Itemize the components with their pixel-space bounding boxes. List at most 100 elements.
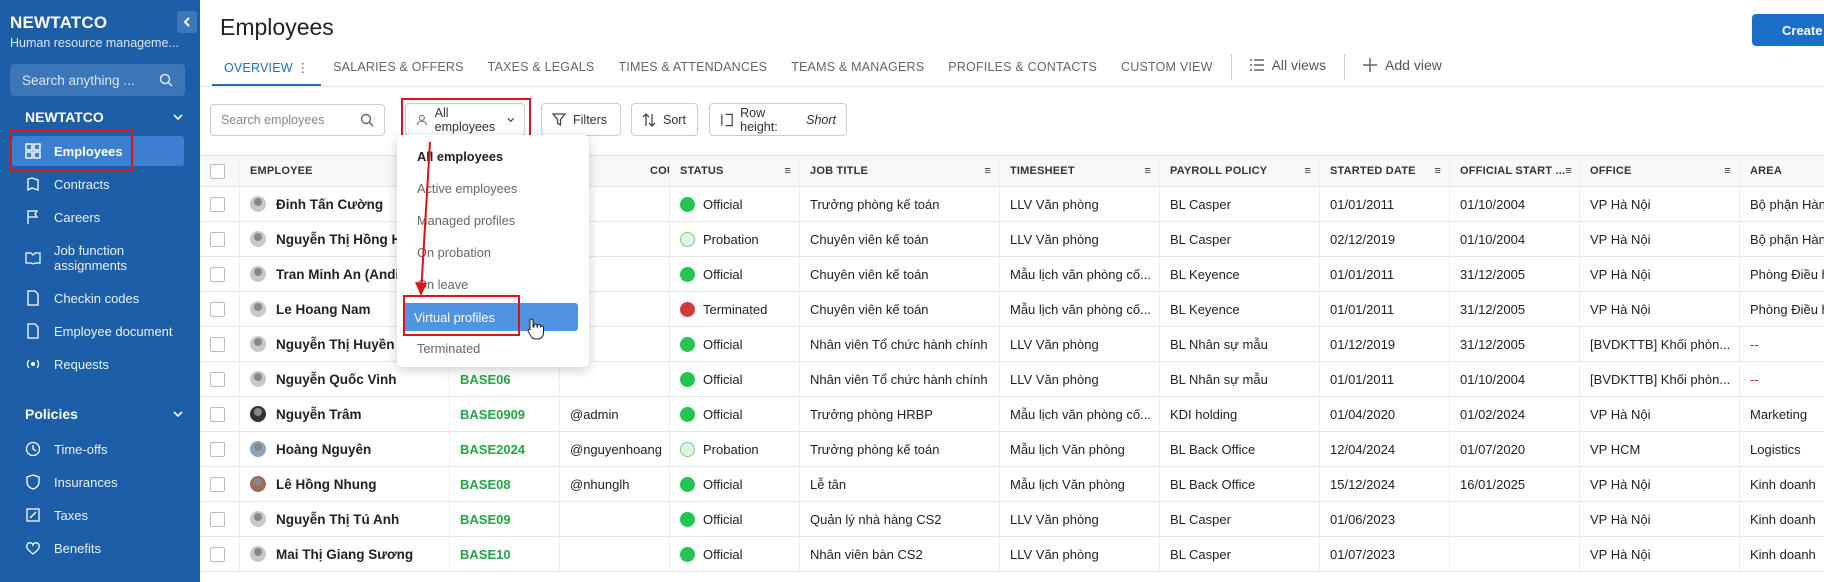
col-label: JOB TITLE [810, 165, 869, 177]
col-job-title[interactable]: JOB TITLE ≡ [800, 156, 1000, 186]
row-checkbox[interactable] [210, 266, 225, 282]
row-checkbox[interactable] [210, 301, 225, 317]
filter-icon[interactable]: ≡ [984, 165, 991, 177]
filter-icon[interactable]: ≡ [784, 165, 791, 177]
sidebar-item-checkin-codes[interactable]: Checkin codes [12, 283, 184, 313]
sidebar-item-careers[interactable]: Careers [12, 202, 184, 232]
employee-name[interactable]: Nguyễn Trâm [276, 407, 362, 422]
tab-profiles-contacts[interactable]: PROFILES & CONTACTS [936, 54, 1109, 80]
more-vertical-icon[interactable]: ⋮ [296, 61, 309, 75]
option-on-leave[interactable]: On leave [417, 277, 468, 292]
payroll-policy: BL Back Office [1170, 441, 1256, 457]
employee-cell[interactable]: Nguyễn Trâm [240, 397, 450, 431]
employee-search-input[interactable]: Search employees [210, 104, 385, 136]
sidebar-item-job-function-assignments[interactable]: Job function assignments [12, 239, 184, 277]
employee-name[interactable]: Nguyễn Thị Hồng H [276, 232, 401, 247]
col-area[interactable]: AREA [1740, 156, 1824, 186]
employee-name[interactable]: Lê Hồng Nhung [276, 477, 376, 492]
official-start: 31/12/2005 [1460, 336, 1526, 352]
filters-button[interactable]: Filters [541, 103, 621, 136]
table-row[interactable]: Nguyễn Trâm BASE0909 @admin Official Trưởng … [200, 397, 1824, 432]
sidebar-item-contracts[interactable]: Contracts [12, 169, 184, 199]
employee-name[interactable]: Tran Minh An (Andi [276, 267, 399, 282]
employee-name[interactable]: Mai Thị Giang Sương [276, 547, 413, 562]
status-dot [680, 301, 695, 317]
table-row[interactable]: Hoàng Nguyên BASE2024 @nguyenhoang Probatio… [200, 432, 1824, 467]
job-title: Nhân viên Tổ chức hành chính [810, 371, 988, 387]
employee-name[interactable]: Nguyễn Quốc Vinh [276, 372, 397, 387]
row-checkbox[interactable] [210, 546, 225, 562]
filter-icon[interactable]: ≡ [1304, 165, 1311, 177]
tab-teams-managers[interactable]: TEAMS & MANAGERS [779, 54, 936, 80]
sidebar-item-taxes[interactable]: Taxes [12, 500, 184, 530]
document-icon [24, 322, 42, 340]
avatar [250, 301, 266, 317]
sidebar-item-insurances[interactable]: Insurances [12, 467, 184, 497]
row-checkbox[interactable] [210, 371, 225, 387]
sort-button[interactable]: Sort [631, 103, 698, 136]
filter-icon[interactable]: ≡ [1565, 165, 1572, 177]
sidebar-item-employee-document[interactable]: Employee document [12, 316, 184, 346]
select-all-checkbox[interactable] [210, 163, 225, 179]
option-terminated[interactable]: Terminated [417, 341, 480, 356]
create-button[interactable]: Create [1752, 14, 1824, 46]
col-official-start[interactable]: OFFICIAL START ... ≡ [1450, 156, 1580, 186]
table-row[interactable]: Mai Thị Giang Sương BASE10 Official Nhân vi… [200, 537, 1824, 572]
table-row[interactable]: Lê Hồng Nhung BASE08 @nhunglh Official Lễ tâ… [200, 467, 1824, 502]
chevron-left-icon [183, 17, 190, 27]
employee-cell[interactable]: Nguyễn Thị Tú Anh [240, 502, 450, 536]
section-policies[interactable]: Policies [25, 406, 183, 422]
sidebar-item-label: Taxes [54, 507, 88, 523]
table-row[interactable]: Nguyễn Quốc Vinh BASE06 Official Nhân viên … [200, 362, 1824, 397]
payroll-policy: BL Keyence [1170, 301, 1240, 317]
tab-taxes-legals[interactable]: TAXES & LEGALS [476, 54, 607, 80]
started-date-cell: 01/12/2019 [1320, 327, 1450, 361]
shield-icon [24, 473, 42, 491]
row-checkbox[interactable] [210, 196, 225, 212]
employee-cell[interactable]: Hoàng Nguyên [240, 432, 450, 466]
option-all-employees[interactable]: All employees [417, 149, 503, 164]
row-checkbox[interactable] [210, 406, 225, 422]
employee-cell[interactable]: Nguyễn Quốc Vinh [240, 362, 450, 396]
col-status[interactable]: STATUS ≡ [670, 156, 800, 186]
employee-cell[interactable]: Lê Hồng Nhung [240, 467, 450, 501]
sidebar-item-time-offs[interactable]: Time-offs [12, 434, 184, 464]
row-checkbox[interactable] [210, 476, 225, 492]
tab-times-attendances[interactable]: TIMES & ATTENDANCES [606, 54, 779, 80]
row-checkbox[interactable] [210, 336, 225, 352]
sidebar-item-benefits[interactable]: Benefits [12, 533, 184, 563]
option-on-probation[interactable]: On probation [417, 245, 491, 260]
filter-icon[interactable]: ≡ [1434, 165, 1441, 177]
tab-overview[interactable]: OVERVIEW ⋮ [212, 54, 322, 87]
col-timesheet[interactable]: TIMESHEET ≡ [1000, 156, 1160, 186]
employee-name[interactable]: Nguyễn Thị Huyền [276, 337, 395, 352]
col-started-date[interactable]: STARTED DATE ≡ [1320, 156, 1450, 186]
row-checkbox[interactable] [210, 511, 225, 527]
add-view-button[interactable]: Add view [1351, 54, 1454, 76]
employee-name[interactable]: Hoàng Nguyên [276, 442, 371, 457]
filter-icon[interactable]: ≡ [1724, 165, 1731, 177]
employee-name[interactable]: Le Hoang Nam [276, 302, 371, 317]
tab-custom-view[interactable]: CUSTOM VIEW [1109, 54, 1225, 80]
table-row[interactable]: Nguyễn Thị Tú Anh BASE09 Official Quản lý n… [200, 502, 1824, 537]
highlight-box-virtual-profiles [403, 295, 520, 336]
tab-salaries-offers[interactable]: SALARIES & OFFERS [321, 54, 476, 80]
sidebar-item-label: Careers [54, 209, 101, 225]
office-cell: VP Hà Nội [1580, 257, 1740, 291]
employee-name[interactable]: Đinh Tấn Cường [276, 197, 383, 212]
col-payroll-policy[interactable]: PAYROLL POLICY ≡ [1160, 156, 1320, 186]
employee-name[interactable]: Nguyễn Thị Tú Anh [276, 512, 399, 527]
all-views-button[interactable]: All views [1238, 54, 1338, 76]
filter-icon[interactable]: ≡ [1144, 165, 1151, 177]
option-managed-profiles[interactable]: Managed profiles [417, 213, 515, 228]
employee-cell[interactable]: Mai Thị Giang Sương [240, 537, 450, 571]
row-height-button[interactable]: Row height: Short [709, 103, 847, 136]
section-newtatco[interactable]: NEWTATCO [25, 109, 183, 125]
sidebar-search-input[interactable]: Search anything ... [10, 64, 185, 96]
col-office[interactable]: OFFICE ≡ [1580, 156, 1740, 186]
row-checkbox[interactable] [210, 441, 225, 457]
collapse-sidebar-button[interactable] [177, 11, 197, 33]
row-checkbox[interactable] [210, 231, 225, 247]
option-active-employees[interactable]: Active employees [417, 181, 517, 196]
sidebar-item-requests[interactable]: Requests [12, 349, 184, 379]
